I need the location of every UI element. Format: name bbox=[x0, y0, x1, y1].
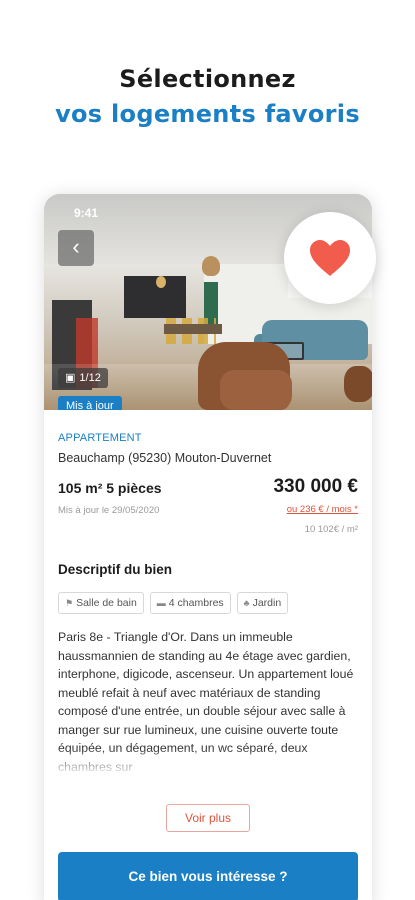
photo-armchair-seat bbox=[220, 370, 292, 410]
monthly-payment-link[interactable]: ou 236 € / mois * bbox=[287, 504, 358, 515]
price: 330 000 € bbox=[273, 476, 358, 497]
headline: Sélectionnez vos logements favoris bbox=[0, 62, 415, 132]
favorite-button[interactable] bbox=[284, 212, 376, 304]
tag-bedrooms: ▬ 4 chambres bbox=[149, 592, 231, 614]
tag-label: Jardin bbox=[252, 597, 282, 609]
surface-rooms: 105 m² 5 pièces bbox=[58, 480, 162, 496]
photo-table bbox=[164, 324, 222, 334]
tag-label: 4 chambres bbox=[168, 597, 224, 609]
status-time: 9:41 bbox=[74, 206, 99, 220]
photo-counter[interactable]: ▣ 1/12 bbox=[58, 368, 108, 388]
tree-icon: ♣ bbox=[243, 598, 250, 608]
camera-icon: ▣ bbox=[65, 372, 76, 384]
photo-counter-text: 1/12 bbox=[79, 372, 101, 384]
headline-line-1: Sélectionnez bbox=[119, 65, 296, 93]
property-location: Beauchamp (95230) Mouton-Duvernet bbox=[58, 451, 272, 465]
heart-icon bbox=[310, 240, 350, 276]
tag-garden: ♣ Jardin bbox=[236, 592, 289, 614]
bed-icon: ▬ bbox=[156, 598, 166, 608]
photo-pouf bbox=[344, 366, 372, 402]
photo-kitchen bbox=[124, 276, 186, 318]
back-button[interactable]: ‹ bbox=[58, 230, 94, 266]
property-type: APPARTEMENT bbox=[58, 432, 142, 444]
tag-bathroom: ⚑ Salle de bain bbox=[58, 592, 144, 614]
updated-badge: Mis à jour bbox=[58, 396, 122, 410]
description-title: Descriptif du bien bbox=[58, 562, 173, 577]
photo-lamp bbox=[202, 256, 220, 276]
photo-lamp-small bbox=[156, 276, 166, 288]
headline-line-2: vos logements favoris bbox=[55, 100, 360, 128]
updated-date: Mis à jour le 29/05/2020 bbox=[58, 505, 160, 516]
tag-label: Salle de bain bbox=[76, 597, 137, 609]
see-more-button[interactable]: Voir plus bbox=[166, 804, 250, 832]
bath-icon: ⚑ bbox=[65, 598, 74, 608]
price-per-sqm: 10 102€ / m² bbox=[304, 524, 358, 535]
feature-tags: ⚑ Salle de bain ▬ 4 chambres ♣ Jardin bbox=[58, 592, 289, 614]
chevron-left-icon: ‹ bbox=[72, 234, 80, 259]
description-fade bbox=[44, 748, 372, 782]
interest-button[interactable]: Ce bien vous intéresse ? bbox=[58, 852, 358, 900]
